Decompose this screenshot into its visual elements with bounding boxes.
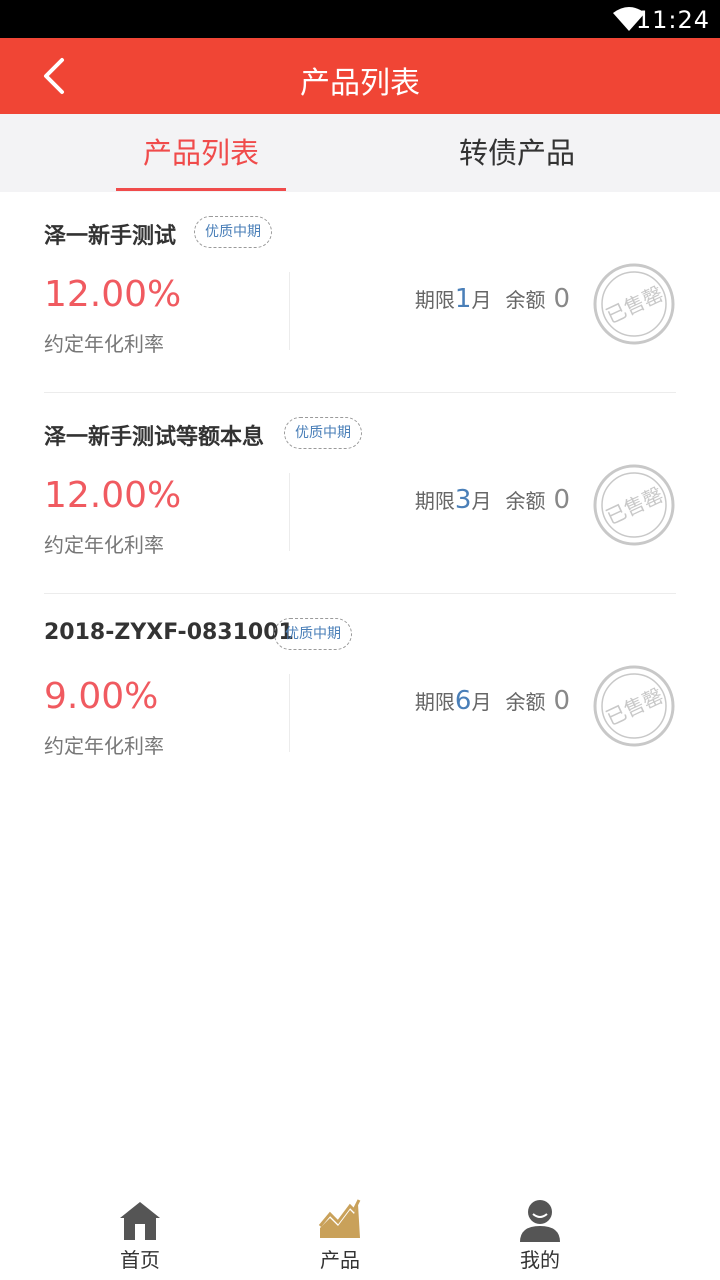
product-card[interactable]: 2018-ZYXF-0831001 优质中期 9.00% 约定年化利率 期限6月…: [44, 594, 676, 795]
product-name: 泽一新手测试: [44, 224, 177, 249]
product-name: 泽一新手测试等额本息: [44, 425, 265, 450]
remain-value: 0: [553, 284, 570, 314]
term-value: 6: [454, 686, 472, 716]
tabbar-label: 我的: [520, 1248, 560, 1272]
page-title: 产品列表: [300, 66, 420, 101]
remain-value: 0: [553, 686, 570, 716]
divider: [289, 272, 290, 350]
bottom-tab-bar: 首页 产品 我的: [0, 1190, 720, 1280]
term-unit: 月: [471, 288, 492, 312]
status-bar: 11:24: [0, 0, 720, 38]
divider: [289, 473, 290, 551]
product-rate: 12.00%: [44, 475, 182, 516]
user-icon: [520, 1200, 560, 1242]
product-meta: 期限1月 余额 0: [415, 284, 570, 314]
product-card[interactable]: 泽一新手测试 优质中期 12.00% 约定年化利率 期限1月 余额 0 已售罄: [44, 192, 676, 393]
sold-out-stamp-icon: 已售罄: [593, 263, 675, 345]
tab-product-list[interactable]: 产品列表: [116, 114, 286, 192]
tab-bar: 产品列表 转债产品: [0, 114, 720, 192]
term-prefix: 期限: [414, 288, 455, 312]
chart-icon: [318, 1199, 361, 1238]
header: 产品列表: [0, 38, 720, 114]
rate-label: 约定年化利率: [44, 533, 164, 557]
stamp-text: 已售罄: [602, 683, 667, 730]
product-card[interactable]: 泽一新手测试等额本息 优质中期 12.00% 约定年化利率 期限3月 余额 0 已售…: [44, 393, 676, 594]
remain-value: 0: [553, 485, 570, 515]
product-meta: 期限6月 余额 0: [415, 686, 570, 716]
product-tag: 优质中期: [284, 417, 362, 449]
sold-out-stamp-icon: 已售罄: [593, 464, 675, 546]
term-value: 3: [454, 485, 472, 515]
term-value: 1: [454, 284, 472, 314]
stamp-text: 已售罄: [602, 281, 667, 328]
product-rate: 12.00%: [44, 274, 182, 315]
product-tag: 优质中期: [274, 618, 352, 650]
product-rate: 9.00%: [44, 676, 159, 717]
product-list: 泽一新手测试 优质中期 12.00% 约定年化利率 期限1月 余额 0 已售罄 泽一…: [0, 192, 720, 795]
remain-label: 余额: [505, 690, 546, 714]
status-time: 11:24: [635, 6, 710, 34]
tab-convertible-products[interactable]: 转债产品: [432, 114, 602, 192]
rate-label: 约定年化利率: [44, 332, 164, 356]
tabbar-item-products[interactable]: 产品: [280, 1190, 400, 1280]
term-prefix: 期限: [414, 690, 455, 714]
remain-label: 余额: [505, 489, 546, 513]
divider: [289, 674, 290, 752]
tabbar-label: 产品: [320, 1248, 360, 1272]
tabbar-item-mine[interactable]: 我的: [480, 1190, 600, 1280]
term-unit: 月: [471, 489, 492, 513]
tabbar-label: 首页: [120, 1248, 160, 1272]
stamp-text: 已售罄: [602, 482, 667, 529]
sold-out-stamp-icon: 已售罄: [593, 665, 675, 747]
tabbar-item-home[interactable]: 首页: [80, 1190, 200, 1280]
product-tag: 优质中期: [194, 216, 272, 248]
remain-label: 余额: [505, 288, 546, 312]
home-icon: [120, 1202, 160, 1240]
rate-label: 约定年化利率: [44, 734, 164, 758]
term-unit: 月: [471, 690, 492, 714]
product-name: 2018-ZYXF-0831001: [44, 620, 294, 645]
product-meta: 期限3月 余额 0: [415, 485, 570, 515]
term-prefix: 期限: [414, 489, 455, 513]
active-tab-indicator: [116, 188, 286, 191]
